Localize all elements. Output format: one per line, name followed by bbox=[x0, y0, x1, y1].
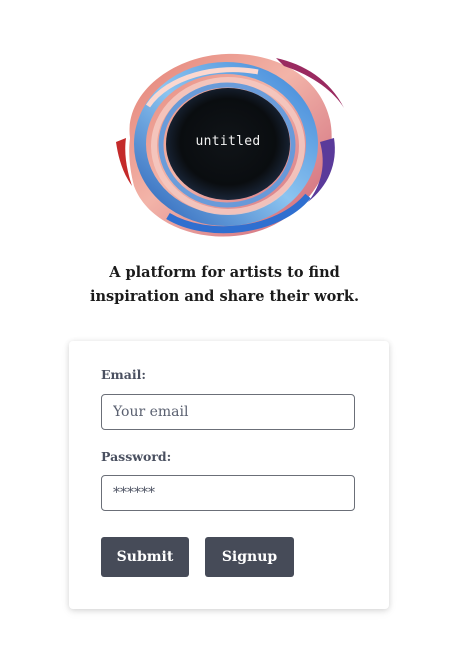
tagline: A platform for artists to find inspirati… bbox=[0, 261, 449, 309]
email-input[interactable] bbox=[101, 394, 355, 430]
password-input[interactable] bbox=[101, 475, 355, 511]
login-form: Email: Password: Submit Signup bbox=[69, 341, 389, 609]
password-label: Password: bbox=[101, 449, 172, 464]
submit-button[interactable]: Submit bbox=[101, 537, 189, 577]
email-label: Email: bbox=[101, 367, 146, 382]
logo: untitled bbox=[108, 46, 348, 242]
tagline-line-2: inspiration and share their work. bbox=[89, 288, 360, 305]
login-page: untitled A platform for artists to find … bbox=[0, 0, 449, 671]
signup-button[interactable]: Signup bbox=[205, 537, 294, 577]
tagline-line-1: A platform for artists to find bbox=[109, 264, 340, 281]
logo-text: untitled bbox=[195, 134, 261, 149]
